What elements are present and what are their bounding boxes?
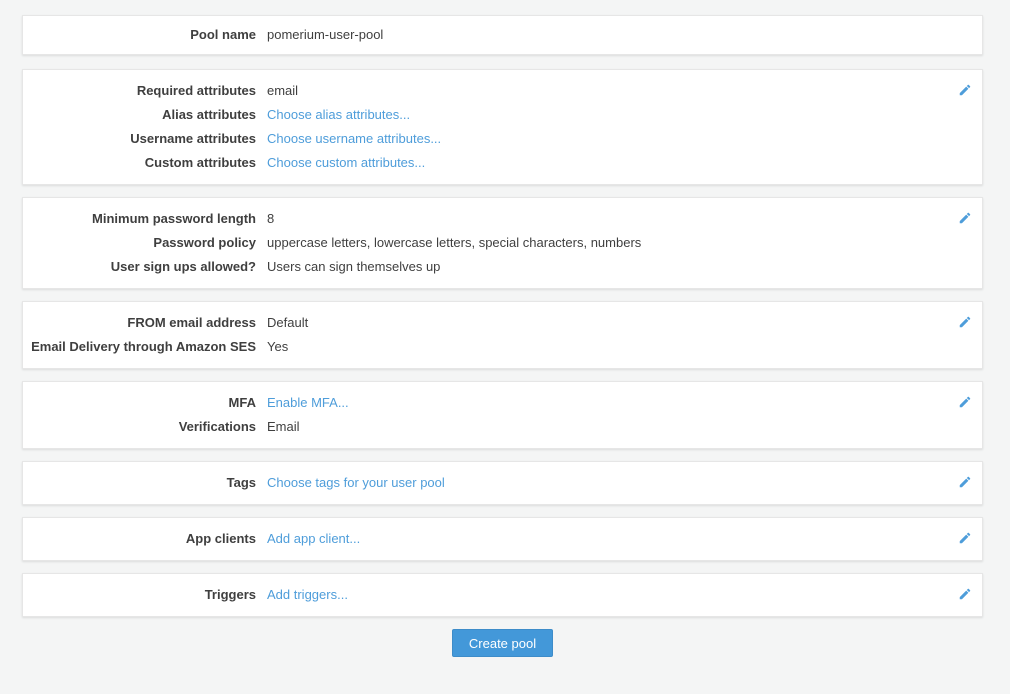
- pool-name-card: Pool name pomerium-user-pool: [22, 15, 983, 55]
- pencil-icon: [958, 587, 972, 601]
- user-sign-ups-row: User sign ups allowed? Users can sign th…: [23, 255, 982, 279]
- field-label: FROM email address: [23, 311, 256, 335]
- pencil-icon: [958, 83, 972, 97]
- field-label: User sign ups allowed?: [23, 255, 256, 279]
- field-value: Default: [267, 311, 308, 335]
- choose-alias-attributes-link[interactable]: Choose alias attributes...: [267, 103, 410, 127]
- field-label: Alias attributes: [23, 103, 256, 127]
- field-value: Users can sign themselves up: [267, 255, 440, 279]
- from-email-address-row: FROM email address Default: [23, 311, 982, 335]
- username-attributes-row: Username attributes Choose username attr…: [23, 127, 982, 151]
- pencil-icon: [958, 315, 972, 329]
- field-value: pomerium-user-pool: [267, 23, 383, 47]
- required-attributes-row: Required attributes email: [23, 79, 982, 103]
- field-value: 8: [267, 207, 274, 231]
- field-label: Username attributes: [23, 127, 256, 151]
- edit-triggers-button[interactable]: [953, 582, 977, 606]
- pencil-icon: [958, 211, 972, 225]
- tags-card: Tags Choose tags for your user pool: [22, 461, 983, 505]
- choose-username-attributes-link[interactable]: Choose username attributes...: [267, 127, 441, 151]
- field-label: Custom attributes: [23, 151, 256, 175]
- mfa-row: MFA Enable MFA...: [23, 391, 982, 415]
- alias-attributes-row: Alias attributes Choose alias attributes…: [23, 103, 982, 127]
- field-label: MFA: [23, 391, 256, 415]
- edit-password-policy-button[interactable]: [953, 206, 977, 230]
- field-value: Email: [267, 415, 300, 439]
- app-clients-row: App clients Add app client...: [23, 527, 982, 551]
- mfa-verifications-card: MFA Enable MFA... Verifications Email: [22, 381, 983, 449]
- actions-bar: Create pool: [22, 629, 983, 657]
- custom-attributes-row: Custom attributes Choose custom attribut…: [23, 151, 982, 175]
- field-label: Required attributes: [23, 79, 256, 103]
- field-value: email: [267, 79, 298, 103]
- field-value: Yes: [267, 335, 288, 359]
- edit-mfa-button[interactable]: [953, 390, 977, 414]
- enable-mfa-link[interactable]: Enable MFA...: [267, 391, 349, 415]
- review-panel: Pool name pomerium-user-pool Required at…: [0, 0, 1010, 657]
- password-policy-card: Minimum password length 8 Password polic…: [22, 197, 983, 289]
- edit-email-button[interactable]: [953, 310, 977, 334]
- triggers-card: Triggers Add triggers...: [22, 573, 983, 617]
- field-label: Password policy: [23, 231, 256, 255]
- pencil-icon: [958, 395, 972, 409]
- field-label: Triggers: [23, 583, 256, 607]
- edit-app-clients-button[interactable]: [953, 526, 977, 550]
- field-label: Verifications: [23, 415, 256, 439]
- field-label: Minimum password length: [23, 207, 256, 231]
- pencil-icon: [958, 531, 972, 545]
- add-app-client-link[interactable]: Add app client...: [267, 527, 360, 551]
- verifications-row: Verifications Email: [23, 415, 982, 439]
- pool-name-row: Pool name pomerium-user-pool: [23, 23, 982, 47]
- password-policy-row: Password policy uppercase letters, lower…: [23, 231, 982, 255]
- app-clients-card: App clients Add app client...: [22, 517, 983, 561]
- choose-custom-attributes-link[interactable]: Choose custom attributes...: [267, 151, 425, 175]
- create-pool-button[interactable]: Create pool: [452, 629, 553, 657]
- add-triggers-link[interactable]: Add triggers...: [267, 583, 348, 607]
- field-label: Tags: [23, 471, 256, 495]
- minimum-password-length-row: Minimum password length 8: [23, 207, 982, 231]
- tags-row: Tags Choose tags for your user pool: [23, 471, 982, 495]
- choose-tags-link[interactable]: Choose tags for your user pool: [267, 471, 445, 495]
- field-value: uppercase letters, lowercase letters, sp…: [267, 231, 641, 255]
- field-label: Email Delivery through Amazon SES: [23, 335, 256, 359]
- email-card: FROM email address Default Email Deliver…: [22, 301, 983, 369]
- field-label: Pool name: [23, 23, 256, 47]
- triggers-row: Triggers Add triggers...: [23, 583, 982, 607]
- edit-tags-button[interactable]: [953, 470, 977, 494]
- field-label: App clients: [23, 527, 256, 551]
- pencil-icon: [958, 475, 972, 489]
- attributes-card: Required attributes email Alias attribut…: [22, 69, 983, 185]
- email-delivery-ses-row: Email Delivery through Amazon SES Yes: [23, 335, 982, 359]
- edit-attributes-button[interactable]: [953, 78, 977, 102]
